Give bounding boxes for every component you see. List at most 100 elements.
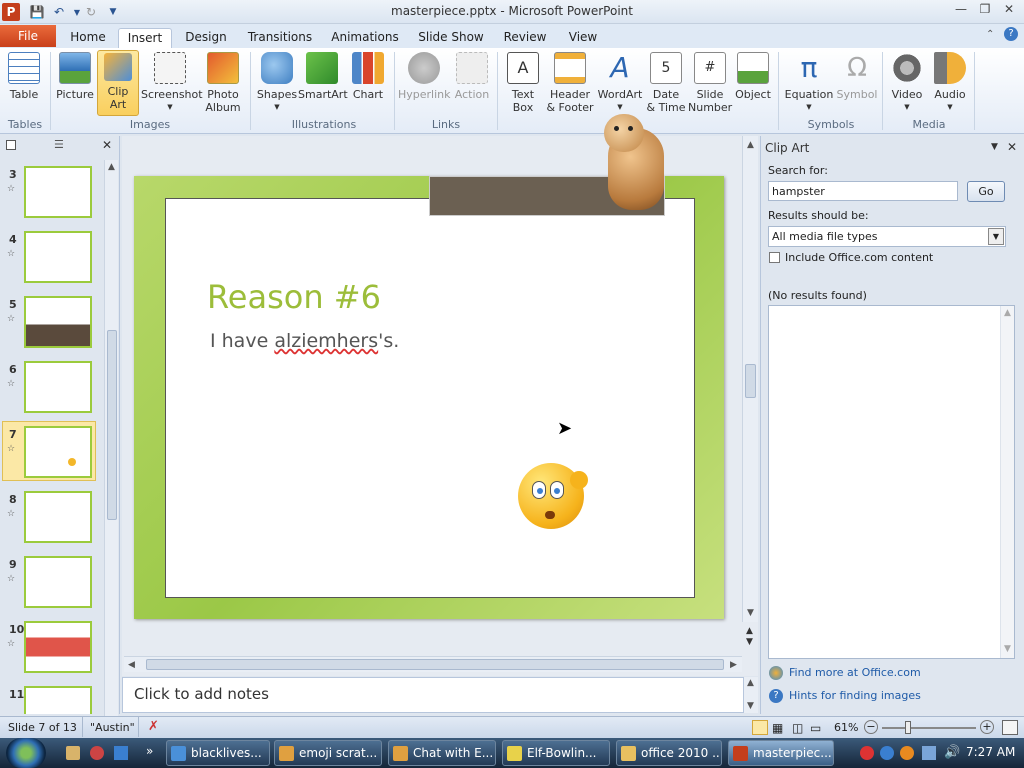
scroll-up-icon[interactable]: ▲ [747,678,754,688]
symbol-button[interactable]: Ω Symbol [836,50,878,101]
tray-search-icon[interactable] [900,746,914,760]
slide-thumbnail-10[interactable]: 10 ☆ [0,621,104,681]
taskbar-item-blacklives[interactable]: blacklives... [166,740,270,766]
scrollbar-thumb[interactable] [146,659,724,670]
slide-thumbnail-8[interactable]: 8 ☆ [0,491,104,551]
slide-title[interactable]: Reason #6 [207,278,381,316]
minimize-ribbon-icon[interactable]: ⌃ [986,29,994,40]
go-button[interactable]: Go [967,181,1005,202]
scroll-up-icon[interactable]: ▲ [108,162,115,172]
scroll-up-icon[interactable]: ▲ [747,140,754,150]
clock[interactable]: 7:27 AM [966,745,1015,759]
taskbar-item-masterpiece[interactable]: masterpiec... [728,740,834,766]
slide-thumbnail-6[interactable]: 6 ☆ [0,361,104,421]
tab-transitions[interactable]: Transitions [244,28,316,48]
outline-tab-icon[interactable]: ☰ [54,138,64,151]
zoom-slider-handle[interactable] [905,721,911,734]
fit-to-window-icon[interactable] [1002,720,1018,735]
maximize-button[interactable]: ❐ [974,2,996,20]
slide-thumbnail-3[interactable]: 3 ☆ [0,166,104,226]
tab-file[interactable]: File [0,25,56,47]
text-box-button[interactable]: A Text Box [503,50,543,114]
video-button[interactable]: Video ▼ [886,50,928,114]
equation-button[interactable]: π Equation ▼ [784,50,834,114]
taskbar-item-elf-bowling[interactable]: Elf-Bowlin... [502,740,610,766]
tray-network-icon[interactable] [880,746,894,760]
scroll-right-icon[interactable]: ▶ [730,660,737,670]
tab-view[interactable]: View [562,28,604,48]
find-more-link[interactable]: Find more at Office.com [789,666,921,679]
help-icon[interactable]: ? [1004,27,1018,41]
scroll-down-icon[interactable]: ▼ [1004,644,1011,654]
slide-thumbnail-5[interactable]: 5 ☆ [0,296,104,356]
chart-button[interactable]: Chart [348,50,388,101]
scrollbar-thumb[interactable] [745,364,756,398]
confused-emoji-image[interactable] [518,463,588,531]
close-pane-icon[interactable]: ✕ [1007,140,1017,154]
clip-art-button[interactable]: Clip Art [97,50,139,116]
quick-launch-desktop-icon[interactable] [114,746,128,760]
tab-review[interactable]: Review [500,28,550,48]
zoom-out-icon[interactable]: − [864,720,878,734]
tab-insert[interactable]: Insert [118,28,172,48]
slideshow-view-icon[interactable]: ▭ [810,721,821,735]
table-button[interactable]: Table [4,50,44,101]
slide-thumbnail-4[interactable]: 4 ☆ [0,231,104,291]
slide-body-text[interactable]: I have alziemhers's. [210,330,399,352]
chevron-down-icon[interactable]: ▼ [988,228,1004,245]
slides-tab-icon[interactable] [6,140,16,150]
notes-scrollbar[interactable]: ▲ ▼ [744,677,758,713]
include-office-checkbox[interactable] [769,252,780,263]
wordart-button[interactable]: A WordArt ▼ [597,50,643,114]
object-button[interactable]: Object [733,50,773,101]
hamster-image[interactable] [598,108,668,214]
slides-scrollbar[interactable]: ▲ [104,160,118,716]
zoom-slider-track[interactable] [882,727,976,729]
hyperlink-button[interactable]: Hyperlink [398,50,451,101]
scroll-up-icon[interactable]: ▲ [1004,308,1011,318]
reading-view-icon[interactable]: ◫ [792,721,803,735]
slide-thumbnail-7[interactable]: 7 ☆ [0,426,104,486]
normal-view-icon[interactable] [752,720,768,735]
tab-home[interactable]: Home [64,28,112,48]
scroll-down-icon[interactable]: ▼ [747,608,754,618]
slide-content-area[interactable] [165,198,695,598]
picture-button[interactable]: Picture [55,50,95,101]
horizontal-scrollbar[interactable]: ◀ ▶ [124,656,742,672]
taskbar-item-chat[interactable]: Chat with E... [388,740,496,766]
hints-link[interactable]: Hints for finding images [789,689,921,702]
close-panel-icon[interactable]: ✕ [102,138,112,152]
notes-pane[interactable]: Click to add notes [122,677,744,713]
quick-launch-folder-icon[interactable] [66,746,80,760]
media-types-select[interactable]: All media file types ▼ [768,226,1006,247]
scrollbar-thumb[interactable] [107,330,117,520]
action-button[interactable]: Action [452,50,492,101]
shapes-button[interactable]: Shapes ▼ [256,50,298,114]
results-box[interactable]: ▲ ▼ [768,305,1015,659]
slide-thumbnail-11[interactable]: 11 [0,686,104,714]
more-quicklaunch-icon[interactable]: » [146,744,153,758]
photo-album-button[interactable]: Photo Album [201,50,245,114]
tab-slide-show[interactable]: Slide Show [414,28,488,48]
zoom-in-icon[interactable]: + [980,720,994,734]
pane-options-icon[interactable]: ▼ [991,142,998,152]
prev-next-slide-icon[interactable]: ▲ ▼ [746,626,753,648]
start-button[interactable] [6,738,46,768]
scroll-left-icon[interactable]: ◀ [128,660,135,670]
tray-security-icon[interactable] [860,746,874,760]
slide-sorter-view-icon[interactable]: ▦ [772,721,783,735]
slide-number-button[interactable]: # Slide Number [688,50,732,114]
quick-launch-browser-icon[interactable] [90,746,104,760]
audio-button[interactable]: Audio ▼ [930,50,970,114]
tab-animations[interactable]: Animations [328,28,402,48]
scroll-down-icon[interactable]: ▼ [747,701,754,711]
tray-volume-icon[interactable]: 🔊 [944,745,960,760]
header-footer-button[interactable]: Header & Footer [545,50,595,114]
slide-thumbnail-9[interactable]: 9 ☆ [0,556,104,616]
minimize-button[interactable]: — [950,2,972,20]
vertical-scrollbar[interactable]: ▲ ▼ [742,136,758,622]
zoom-level[interactable]: 61% [834,721,858,734]
smartart-button[interactable]: SmartArt [298,50,348,101]
screenshot-button[interactable]: Screenshot ▼ [141,50,203,114]
taskbar-item-office-2010[interactable]: office 2010 ... [616,740,722,766]
